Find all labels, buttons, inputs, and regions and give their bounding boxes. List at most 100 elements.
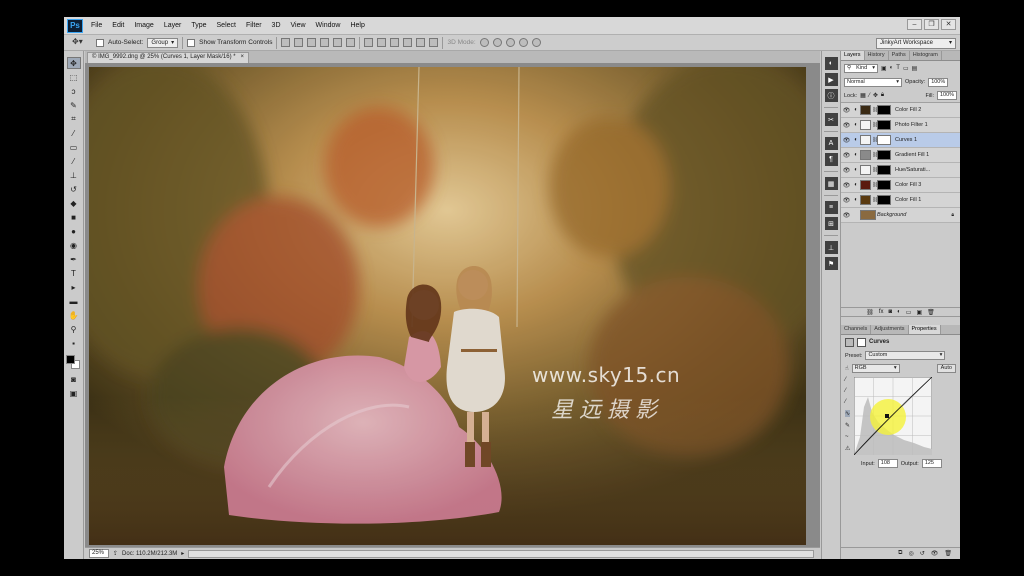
curve-control-point[interactable] <box>885 414 890 418</box>
hand-tool-icon[interactable]: ✋ <box>67 309 81 321</box>
auto-select-dropdown[interactable]: Group ▾ <box>147 37 179 48</box>
layer-row[interactable]: 👁︎ ◐ ⛓ Color Fill 2 <box>841 103 960 118</box>
paragraph-panel-icon[interactable]: ¶ <box>824 153 838 166</box>
tab-paths[interactable]: Paths <box>889 51 910 60</box>
dodge-tool-icon[interactable]: ◉ <box>67 239 81 251</box>
layer-thumbnail[interactable] <box>860 165 871 175</box>
layer-name[interactable]: Color Fill 2 <box>895 107 960 113</box>
clone-stamp-tool-icon[interactable]: ⊥ <box>67 169 81 181</box>
lock-all-icon[interactable]: 🔒︎ <box>881 92 884 99</box>
align-right-icon[interactable] <box>346 38 356 47</box>
quick-select-tool-icon[interactable]: ✎ <box>67 99 81 111</box>
menu-window[interactable]: Window <box>311 22 346 29</box>
visibility-eye-icon[interactable]: 👁︎ <box>841 122 852 129</box>
shape-tool-icon[interactable]: ▬ <box>67 295 81 307</box>
layer-name[interactable]: Color Fill 1 <box>895 197 960 203</box>
visibility-eye-icon[interactable]: 👁︎ <box>841 152 852 159</box>
align-vcenter-icon[interactable] <box>294 38 304 47</box>
layer-thumbnail[interactable] <box>860 210 876 220</box>
layer-name[interactable]: Background <box>877 212 951 218</box>
layer-thumbnail[interactable] <box>860 105 871 115</box>
layer-row[interactable]: 👁︎ ◐ ⛓ Photo Filter 1 <box>841 118 960 133</box>
foreground-color-swatch[interactable] <box>65 355 75 364</box>
healing-brush-tool-icon[interactable]: ▭ <box>67 141 81 153</box>
add-mask-icon[interactable]: ◙ <box>889 309 893 315</box>
menu-view[interactable]: View <box>286 22 311 29</box>
menu-filter[interactable]: Filter <box>241 22 267 29</box>
zoom-level-field[interactable]: 25% <box>89 549 109 558</box>
blend-mode-dropdown[interactable]: Normal ▾ <box>844 77 902 87</box>
lock-move-icon[interactable]: ✥ <box>873 92 878 99</box>
tab-layers[interactable]: Layers <box>841 51 865 60</box>
reset-icon[interactable]: ↺ <box>920 550 925 557</box>
visibility-eye-icon[interactable]: 👁︎ <box>841 212 852 219</box>
align-top-icon[interactable] <box>281 38 291 47</box>
visibility-eye-icon[interactable]: 👁︎ <box>841 182 852 189</box>
visibility-eye-icon[interactable]: 👁︎ <box>841 197 852 204</box>
distribute-top-icon[interactable] <box>364 38 374 47</box>
black-point-eyedropper-icon[interactable]: ⁄ <box>845 377 850 383</box>
status-menu-arrow-icon[interactable]: ▸ <box>181 550 184 557</box>
layer-row[interactable]: 👁︎ ◐ ⛓ Gradient Fill 1 <box>841 148 960 163</box>
channel-dropdown[interactable]: RGB ▾ <box>851 364 900 373</box>
layer-thumbnail[interactable] <box>860 120 871 130</box>
brush-tool-icon[interactable]: ⁄ <box>67 155 81 167</box>
layer-row[interactable]: 👁︎ Background 🔒︎ <box>841 208 960 223</box>
layer-name[interactable]: Color Fill 3 <box>895 182 960 188</box>
target-adjust-icon[interactable]: ☝ <box>845 365 849 372</box>
lasso-tool-icon[interactable]: ↄ <box>67 85 81 97</box>
info-panel-icon[interactable]: ⓘ <box>824 89 838 102</box>
3d-roll-icon[interactable] <box>492 38 502 47</box>
visibility-eye-icon[interactable]: 👁︎ <box>841 137 852 144</box>
3d-scale-icon[interactable] <box>531 38 541 47</box>
zoom-tool-icon[interactable]: ⚲ <box>67 323 81 335</box>
quick-mask-icon[interactable]: ◙ <box>67 373 81 385</box>
styles-panel-icon[interactable]: ⊞ <box>824 217 838 230</box>
edit-points-icon[interactable]: ∿ <box>845 410 851 417</box>
layer-mask-thumbnail[interactable] <box>877 180 891 190</box>
photo-canvas[interactable]: www.sky15.cn 星远摄影 <box>89 67 806 545</box>
3d-rotate-icon[interactable] <box>479 38 489 47</box>
layer-style-icon[interactable]: fx <box>879 309 884 315</box>
align-left-icon[interactable] <box>320 38 330 47</box>
tool-presets-icon[interactable]: ✂ <box>824 113 838 126</box>
swatches-panel-icon[interactable]: ▦ <box>824 177 838 190</box>
pen-tool-icon[interactable]: ✒ <box>67 253 81 265</box>
eyedropper-tool-icon[interactable]: ⁄ <box>67 127 81 139</box>
3d-pan-icon[interactable] <box>505 38 515 47</box>
clone-source-icon[interactable]: ⊥ <box>824 241 838 254</box>
layer-name[interactable]: Curves 1 <box>895 137 960 143</box>
share-icon[interactable]: ⇪ <box>113 550 118 557</box>
close-icon[interactable]: × <box>240 54 244 62</box>
actions-panel-icon[interactable]: ▶ <box>824 73 838 86</box>
eraser-tool-icon[interactable]: ◆ <box>67 197 81 209</box>
layer-mask-thumbnail[interactable] <box>877 165 891 175</box>
3d-slide-icon[interactable] <box>518 38 528 47</box>
gray-point-eyedropper-icon[interactable]: ⁄ <box>845 388 850 394</box>
input-field[interactable]: 108 <box>877 459 898 468</box>
tab-histogram[interactable]: Histogram <box>910 51 942 60</box>
menu-image[interactable]: Image <box>129 22 158 29</box>
layer-thumbnail[interactable] <box>860 195 871 205</box>
gradient-tool-icon[interactable]: ■ <box>67 211 81 223</box>
document-tab[interactable]: © IMG_9992.dng @ 25% (Curves 1, Layer Ma… <box>87 52 249 63</box>
minimize-button[interactable]: – <box>907 19 922 30</box>
layer-mask-thumbnail[interactable] <box>877 105 891 115</box>
distribute-bottom-icon[interactable] <box>390 38 400 47</box>
filter-pixel-icon[interactable]: ▣ <box>881 65 887 72</box>
toggle-visibility-icon[interactable]: 👁︎ <box>931 550 939 557</box>
color-swatches[interactable] <box>65 355 82 371</box>
distribute-left-icon[interactable] <box>403 38 413 47</box>
layer-row[interactable]: 👁︎ ◐ ⛓ Hue/Saturati... <box>841 163 960 178</box>
visibility-eye-icon[interactable]: 👁︎ <box>841 107 852 114</box>
menu-select[interactable]: Select <box>212 22 241 29</box>
tab-history[interactable]: History <box>865 51 889 60</box>
layer-name[interactable]: Hue/Saturati... <box>895 167 960 173</box>
align-bottom-icon[interactable] <box>307 38 317 47</box>
auto-select-checkbox[interactable] <box>96 38 104 47</box>
tab-properties[interactable]: Properties <box>908 325 941 334</box>
distribute-vcenter-icon[interactable] <box>377 38 387 47</box>
lock-brush-icon[interactable]: ⁄ <box>869 93 870 99</box>
tab-channels[interactable]: Channels <box>841 325 872 334</box>
horizontal-scrollbar[interactable] <box>188 549 814 558</box>
